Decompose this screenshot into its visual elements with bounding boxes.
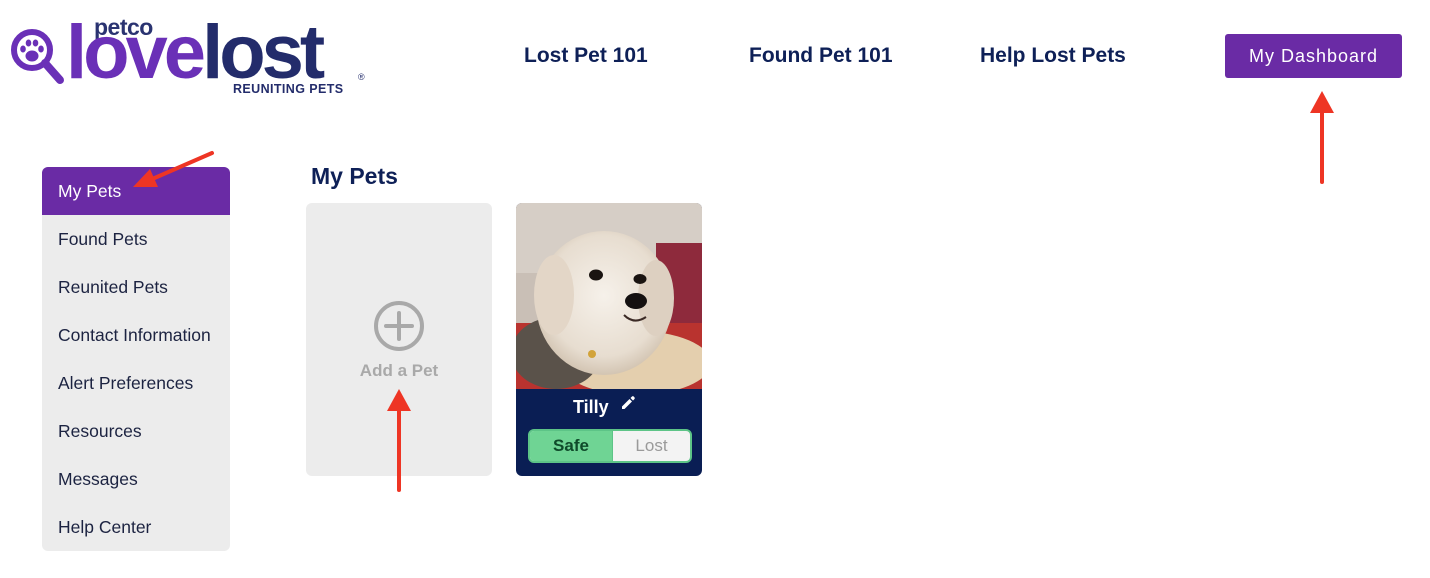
arrow-to-my-pets: [133, 151, 214, 187]
arrow-to-add-a-pet: [387, 389, 411, 492]
annotation-arrows: [133, 91, 1334, 492]
arrow-to-my-dashboard: [1310, 91, 1334, 184]
